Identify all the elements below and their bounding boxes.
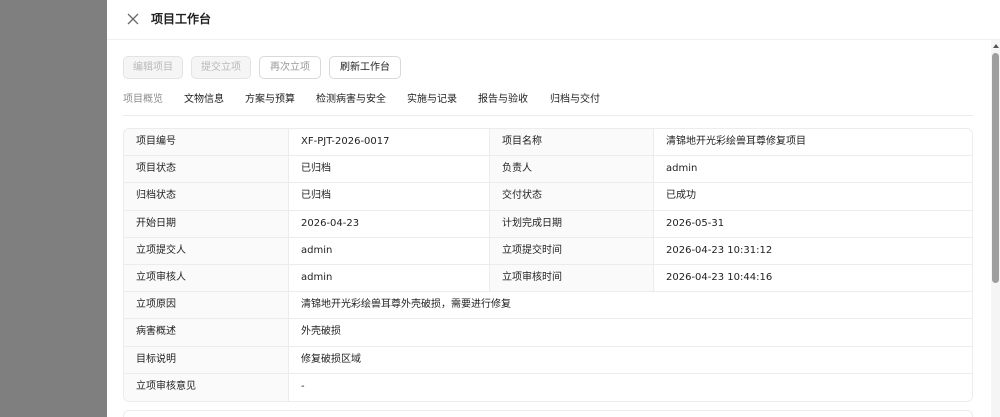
- field-value: admin: [654, 156, 972, 183]
- resubmit-project-button[interactable]: 再次立项: [259, 56, 321, 79]
- field-label: 立项原因: [124, 292, 289, 319]
- tab-inspection-safety[interactable]: 检测病害与安全: [316, 84, 407, 115]
- scroll-up-icon[interactable]: [993, 44, 999, 48]
- table-row: 开始日期 2026-04-23 计划完成日期 2026-05-31: [124, 210, 972, 238]
- tab-report-acceptance[interactable]: 报告与验收: [478, 84, 550, 115]
- scrollbar-thumb[interactable]: [992, 53, 999, 283]
- table-row: 立项审核人 admin 立项审核时间 2026-04-23 10:44:16: [124, 264, 972, 293]
- table-row: 立项提交人 admin 立项提交时间 2026-04-23 10:31:12: [124, 237, 972, 265]
- field-value: 清锦地开光彩绘兽耳尊外壳破损，需要进行修复: [289, 292, 972, 319]
- field-label: 交付状态: [490, 183, 654, 210]
- table-row: 目标说明 修复破损区域: [124, 346, 972, 374]
- table-row: 立项原因 清锦地开光彩绘兽耳尊外壳破损，需要进行修复: [124, 292, 972, 320]
- field-label: 目标说明: [124, 346, 289, 373]
- close-icon[interactable]: [126, 12, 140, 26]
- tab-implementation-records[interactable]: 实施与记录: [407, 84, 478, 115]
- workbench-tabs: 项目概览 文物信息 方案与预算 检测病害与安全 实施与记录 报告与验收 归档与交…: [123, 84, 973, 116]
- field-value: 已归档: [289, 183, 490, 210]
- field-label: 病害概述: [124, 319, 289, 346]
- field-label: 项目状态: [124, 156, 289, 183]
- field-label: 项目名称: [490, 129, 654, 156]
- submit-project-button[interactable]: 提交立项: [191, 56, 251, 79]
- drawer-header: 项目工作台: [107, 0, 1000, 40]
- field-value: 外壳破损: [289, 319, 972, 346]
- field-label: 负责人: [490, 156, 654, 183]
- field-value: 2026-04-23 10:44:16: [654, 264, 972, 292]
- field-label: 归档状态: [124, 183, 289, 210]
- field-label: 立项审核人: [124, 264, 289, 292]
- refresh-workbench-button[interactable]: 刷新工作台: [329, 56, 401, 79]
- field-value: 2026-05-31: [654, 210, 972, 237]
- table-row: 项目编号 XF-PJT-2026-0017 项目名称 清锦地开光彩绘兽耳尊修复项…: [124, 129, 972, 157]
- tab-overview[interactable]: 项目概览: [123, 84, 184, 115]
- edit-project-button[interactable]: 编辑项目: [123, 56, 183, 79]
- field-label: 项目编号: [124, 129, 289, 156]
- field-label: 计划完成日期: [490, 210, 654, 237]
- field-value: 2026-04-23: [289, 210, 490, 237]
- field-value: 已归档: [289, 156, 490, 183]
- next-section-card: [123, 410, 973, 417]
- field-label: 立项提交时间: [490, 237, 654, 264]
- table-row: 归档状态 已归档 交付状态 已成功: [124, 183, 972, 211]
- field-value: admin: [289, 237, 490, 264]
- field-value: 清锦地开光彩绘兽耳尊修复项目: [654, 129, 972, 156]
- tab-plan-budget[interactable]: 方案与预算: [245, 84, 316, 115]
- field-value: admin: [289, 264, 490, 292]
- table-row: 立项审核意见 -: [124, 373, 972, 401]
- drawer-title: 项目工作台: [151, 12, 212, 26]
- field-label: 立项提交人: [124, 237, 289, 264]
- project-workbench-drawer: 项目工作台 编辑项目 提交立项 再次立项 刷新工作台 项目概览 文物信息 方案与…: [107, 0, 1000, 417]
- field-value: -: [289, 373, 972, 401]
- tab-archive-delivery[interactable]: 归档与交付: [550, 84, 621, 115]
- table-row: 项目状态 已归档 负责人 admin: [124, 156, 972, 184]
- field-value: 2026-04-23 10:31:12: [654, 237, 972, 264]
- field-value: XF-PJT-2026-0017: [289, 129, 490, 156]
- field-label: 立项审核时间: [490, 264, 654, 292]
- table-row: 病害概述 外壳破损: [124, 319, 972, 347]
- action-toolbar: 编辑项目 提交立项 再次立项 刷新工作台: [123, 56, 401, 79]
- project-overview-table: 项目编号 XF-PJT-2026-0017 项目名称 清锦地开光彩绘兽耳尊修复项…: [123, 128, 973, 402]
- field-value: 修复破损区域: [289, 346, 972, 373]
- tab-artifact-info[interactable]: 文物信息: [184, 84, 245, 115]
- field-value: 已成功: [654, 183, 972, 210]
- field-label: 立项审核意见: [124, 373, 289, 401]
- field-label: 开始日期: [124, 210, 289, 237]
